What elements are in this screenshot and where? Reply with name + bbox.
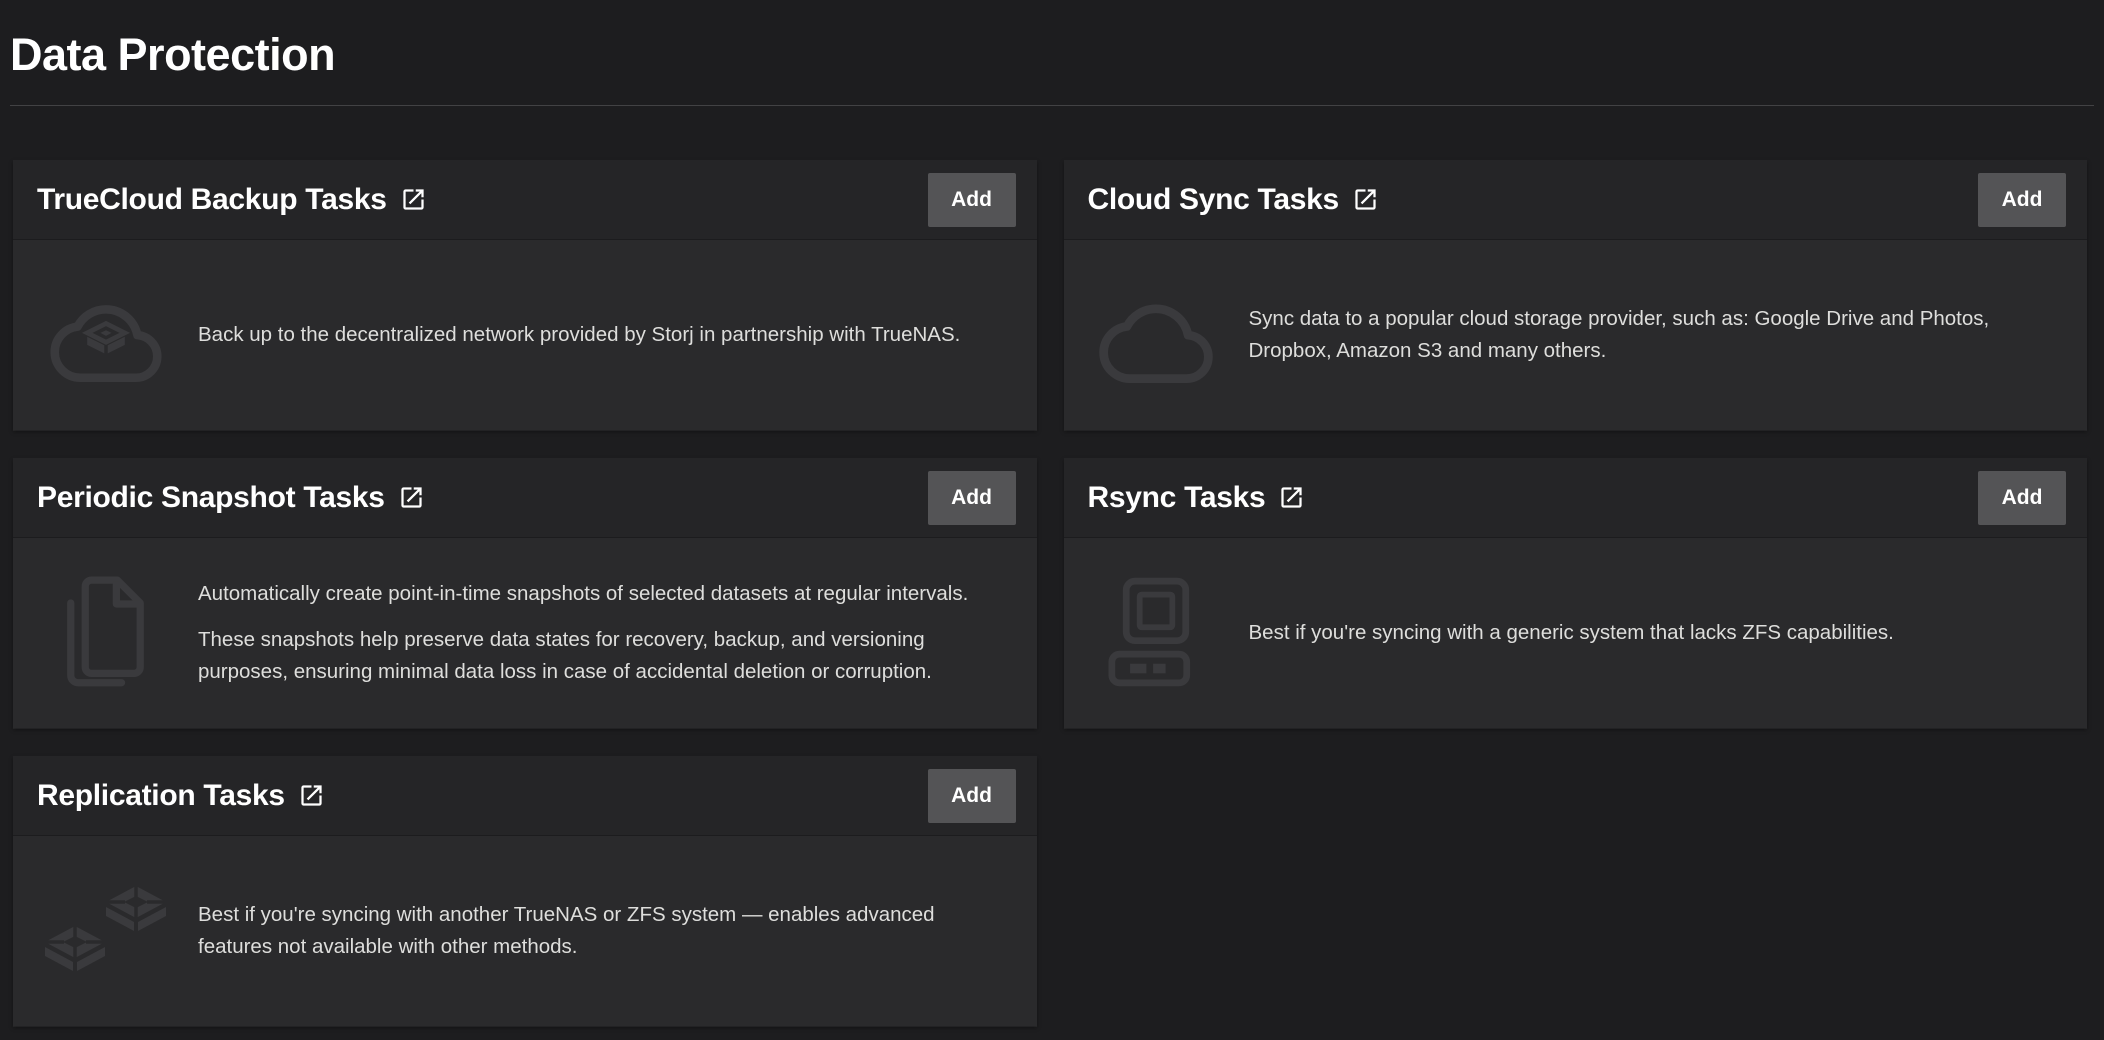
- computer-icon: [1108, 577, 1204, 689]
- card-header: Cloud Sync Tasks Add: [1064, 160, 2088, 240]
- card-title: Periodic Snapshot Tasks: [37, 481, 385, 515]
- cloud-icon: [1099, 287, 1213, 383]
- card-truecloud-backup-tasks: TrueCloud Backup Tasks Add: [13, 160, 1037, 430]
- rsync-tasks-link[interactable]: Rsync Tasks: [1088, 481, 1306, 515]
- card-body: Best if you're syncing with another True…: [13, 836, 1037, 1026]
- cloud-storj-icon: [50, 288, 162, 382]
- icon-column: [13, 886, 198, 976]
- add-cloud-sync-button[interactable]: Add: [1978, 173, 2066, 227]
- card-description: Back up to the decentralized network pro…: [198, 319, 1013, 351]
- icon-column: [1064, 577, 1249, 689]
- page-title: Data Protection: [10, 26, 2094, 84]
- card-description: Best if you're syncing with another True…: [198, 899, 1013, 963]
- replication-boxes-icon: [43, 886, 168, 976]
- page-header: Data Protection: [0, 0, 2104, 106]
- add-replication-button[interactable]: Add: [928, 769, 1016, 823]
- periodic-snapshot-tasks-link[interactable]: Periodic Snapshot Tasks: [37, 481, 425, 515]
- card-replication-tasks: Replication Tasks Add: [13, 756, 1037, 1026]
- cloud-sync-tasks-link[interactable]: Cloud Sync Tasks: [1088, 183, 1379, 217]
- icon-column: [13, 288, 198, 382]
- card-rsync-tasks: Rsync Tasks Add Best if you're syncing w…: [1064, 458, 2088, 728]
- icon-column: [1064, 287, 1249, 383]
- card-body: Best if you're syncing with a generic sy…: [1064, 538, 2088, 728]
- external-link-icon: [400, 186, 427, 213]
- card-header: Replication Tasks Add: [13, 756, 1037, 836]
- card-header: Periodic Snapshot Tasks Add: [13, 458, 1037, 538]
- icon-column: [13, 576, 198, 690]
- external-link-icon: [398, 484, 425, 511]
- external-link-icon: [298, 782, 325, 809]
- card-header: TrueCloud Backup Tasks Add: [13, 160, 1037, 240]
- card-body: Automatically create point-in-time snaps…: [13, 538, 1037, 728]
- add-rsync-button[interactable]: Add: [1978, 471, 2066, 525]
- card-body: Back up to the decentralized network pro…: [13, 240, 1037, 430]
- add-periodic-snapshot-button[interactable]: Add: [928, 471, 1016, 525]
- card-title: Cloud Sync Tasks: [1088, 183, 1339, 217]
- card-description: Best if you're syncing with a generic sy…: [1249, 617, 2064, 649]
- card-title: Rsync Tasks: [1088, 481, 1266, 515]
- card-body: Sync data to a popular cloud storage pro…: [1064, 240, 2088, 430]
- truecloud-backup-tasks-link[interactable]: TrueCloud Backup Tasks: [37, 183, 427, 217]
- card-title: TrueCloud Backup Tasks: [37, 183, 387, 217]
- external-link-icon: [1278, 484, 1305, 511]
- external-link-icon: [1352, 186, 1379, 213]
- card-title: Replication Tasks: [37, 779, 285, 813]
- data-protection-cards-grid: TrueCloud Backup Tasks Add: [0, 160, 2104, 1026]
- card-description: Automatically create point-in-time snaps…: [198, 578, 1013, 688]
- replication-tasks-link[interactable]: Replication Tasks: [37, 779, 325, 813]
- snapshot-documents-icon: [59, 576, 153, 690]
- card-cloud-sync-tasks: Cloud Sync Tasks Add Sync data to a popu…: [1064, 160, 2088, 430]
- add-truecloud-backup-button[interactable]: Add: [928, 173, 1016, 227]
- card-description: Sync data to a popular cloud storage pro…: [1249, 303, 2064, 367]
- card-header: Rsync Tasks Add: [1064, 458, 2088, 538]
- title-divider: [10, 105, 2094, 106]
- card-periodic-snapshot-tasks: Periodic Snapshot Tasks Add Automaticall…: [13, 458, 1037, 728]
